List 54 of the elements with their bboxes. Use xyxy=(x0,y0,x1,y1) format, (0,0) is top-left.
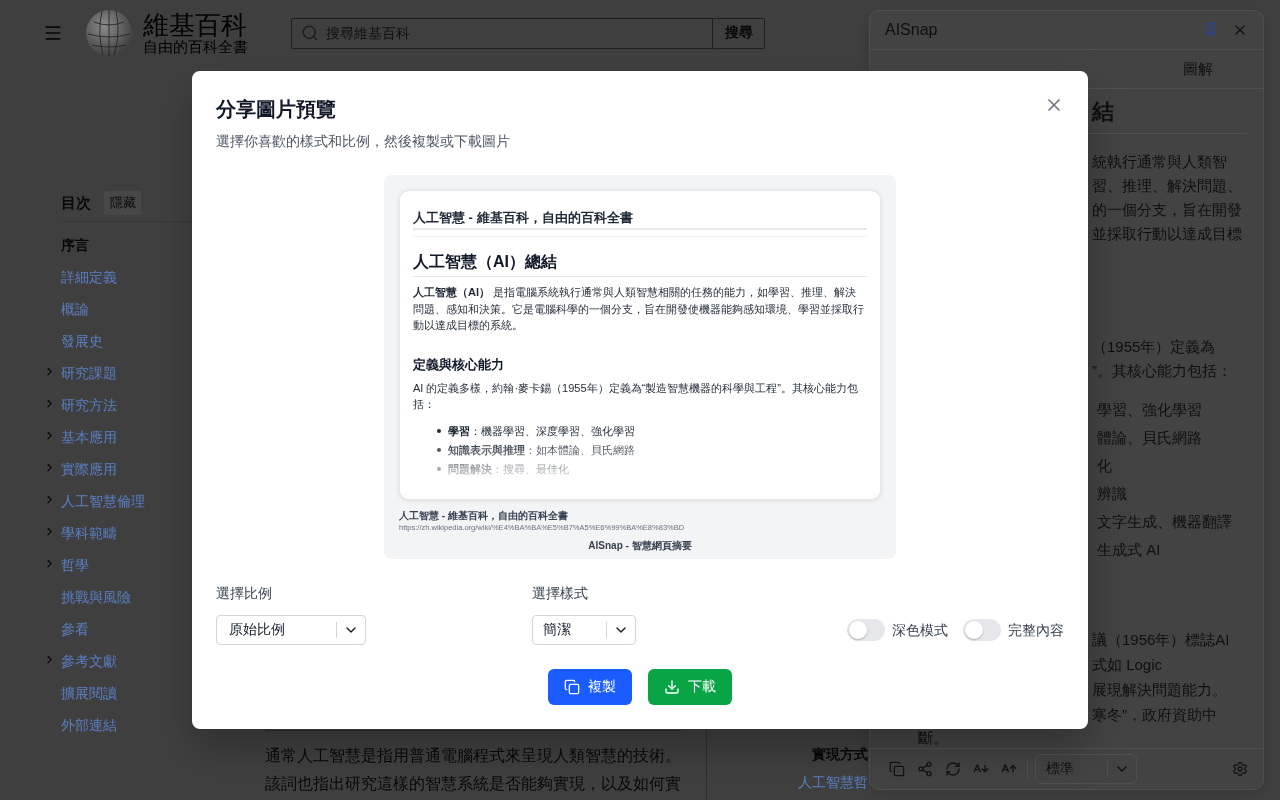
toc-item[interactable]: 基本應用 xyxy=(61,427,117,447)
search-icon xyxy=(301,23,319,42)
card-heading: 人工智慧（AI）總結 xyxy=(413,251,867,277)
dialog-title: 分享圖片預覽 xyxy=(216,97,336,122)
style-select[interactable]: 簡潔 xyxy=(532,615,636,645)
toggle-switch[interactable] xyxy=(963,619,1001,641)
card-list-item: 知識表示與推理：如本體論、貝氏網路 xyxy=(448,442,635,458)
card-list-item: 學習：機器學習、深度學習、強化學習 xyxy=(448,423,635,439)
bullet-icon xyxy=(437,467,441,471)
toc-item[interactable]: 概論 xyxy=(61,299,89,319)
card-page-title: 人工智慧 - 維基百科，自由的百科全書 xyxy=(413,208,867,230)
toc-item[interactable]: 詳細定義 xyxy=(61,267,117,287)
field-label: 選擇樣式 xyxy=(532,584,588,603)
toc-item[interactable]: 哲學 xyxy=(61,555,89,575)
toc-item[interactable]: 外部連結 xyxy=(61,715,117,735)
menu-icon[interactable] xyxy=(43,23,63,43)
toggle-switch[interactable] xyxy=(847,619,885,641)
toc-hide-button[interactable]: 隱藏 xyxy=(104,191,141,215)
site-tagline: 自由的百科全書 xyxy=(143,38,248,55)
toc-item[interactable]: 實際應用 xyxy=(61,459,117,479)
toc-item[interactable]: 擴展閱讀 xyxy=(61,683,117,703)
card-list-item: 問題解決：搜尋、最佳化 xyxy=(448,461,569,477)
settings-icon[interactable] xyxy=(1232,761,1248,777)
field-label: 選擇比例 xyxy=(216,584,272,603)
card-paragraph: AI 的定義多樣，約翰·麥卡錫（1955年）定義為“製造智慧機器的科學與工程”。其核心能力包括： xyxy=(413,380,859,412)
card-paragraph: 人工智慧（AI） 是指電腦系統執行通常與人類智慧相關的任務的能力，如學習、推理、解決問題、感知和決策。它是電腦科學的一個分支，旨在開發使機器能夠感知環境、學習並採取行動以達成目標的系統。 xyxy=(413,285,865,333)
bullet-icon xyxy=(437,448,441,452)
toc-item[interactable]: 參考文獻 xyxy=(61,651,117,671)
download-icon xyxy=(664,679,680,695)
toc-item[interactable]: 挑戰與風險 xyxy=(61,587,131,607)
footer-page-title: 人工智慧 - 維基百科，自由的百科全書 xyxy=(399,510,568,522)
toc-item[interactable]: 學科範疇 xyxy=(61,523,117,543)
copy-icon[interactable] xyxy=(889,761,905,777)
toc-item[interactable]: 研究課題 xyxy=(61,363,117,383)
toggle-label: 完整內容 xyxy=(1008,621,1064,640)
footer-brand: AISnap - 智慧網頁摘要 xyxy=(588,540,692,552)
site-wordmark: 維基百科 xyxy=(143,11,247,39)
copy-icon xyxy=(564,679,580,695)
bullet-icon xyxy=(437,429,441,433)
dialog-subtitle: 選擇你喜歡的樣式和比例，然後複製或下載圖片 xyxy=(216,132,510,151)
card-section-heading: 定義與核心能力 xyxy=(413,355,504,374)
globe-icon[interactable] xyxy=(85,9,133,57)
copy-button[interactable]: 複製 xyxy=(548,669,632,705)
toc-item[interactable]: 參看 xyxy=(61,619,89,639)
toc-item[interactable]: 發展史 xyxy=(61,331,103,351)
pin-icon[interactable] xyxy=(1203,22,1219,38)
toggle-label: 深色模式 xyxy=(892,621,948,640)
ratio-select[interactable]: 原始比例 xyxy=(216,615,366,645)
share-icon[interactable] xyxy=(917,761,933,777)
download-button[interactable]: 下載 xyxy=(648,669,732,705)
refresh-icon[interactable] xyxy=(945,761,961,777)
infobox-link[interactable]: 人工智慧哲 xyxy=(798,768,868,796)
toc-item[interactable]: 人工智慧倫理 xyxy=(61,491,145,511)
toc-item[interactable]: 研究方法 xyxy=(61,395,117,415)
